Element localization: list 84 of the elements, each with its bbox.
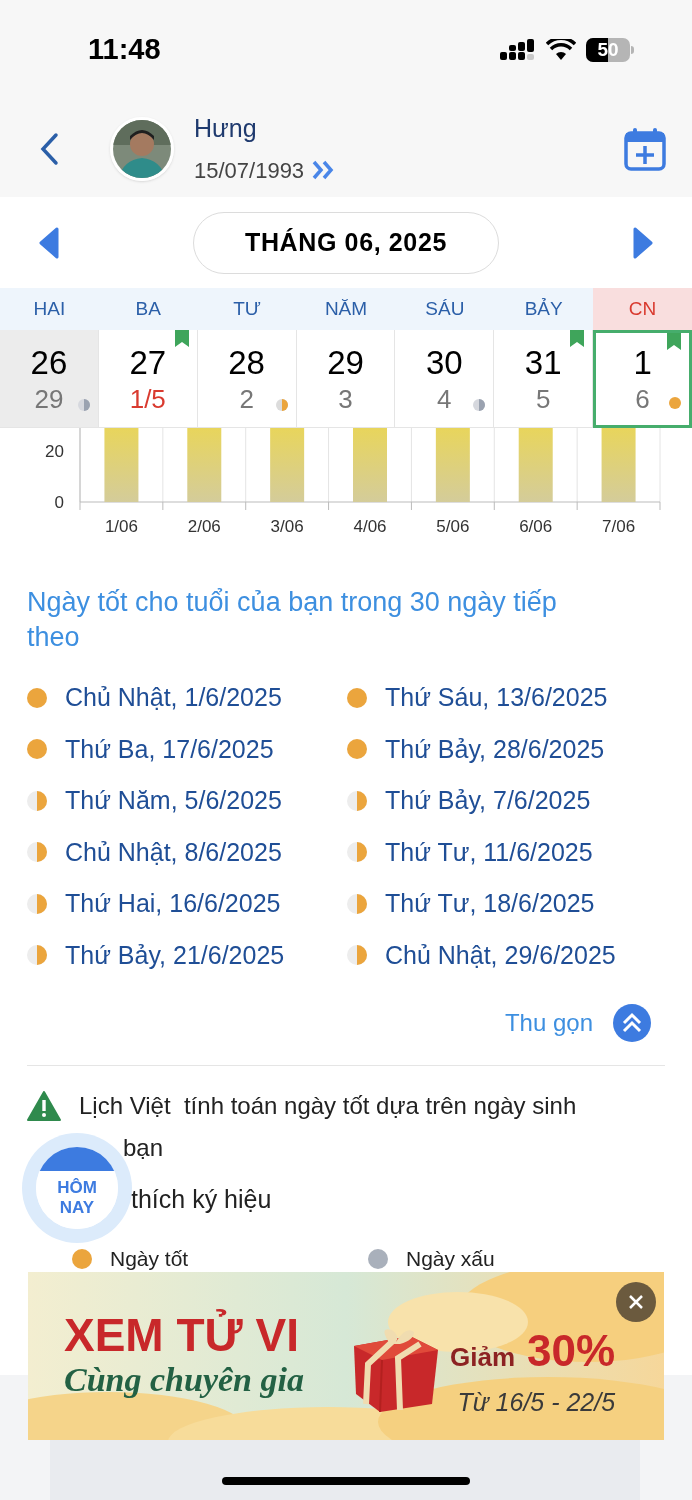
promo-banner[interactable]: XEM TỬ VI Cùng chuyên gia Giảm 30% Từ 16/5 - 22/5 <box>28 1272 664 1440</box>
banner-subtitle: Cùng chuyên gia <box>64 1360 304 1400</box>
previous-month-icon[interactable] <box>38 226 60 259</box>
avatar <box>110 116 174 181</box>
x-tick-label: 3/06 <box>270 517 304 536</box>
bookmark-icon <box>570 330 585 347</box>
good-day-link[interactable]: Thứ Bảy, 28/6/2025 <box>385 730 605 768</box>
today-label: HÔM <box>57 1178 97 1198</box>
y-tick-label: 20 <box>45 441 64 461</box>
x-tick-label: 2/06 <box>187 517 221 536</box>
next-month-icon[interactable] <box>632 226 654 259</box>
add-calendar-icon[interactable] <box>624 126 666 171</box>
back-icon[interactable] <box>38 131 60 166</box>
warning-icon <box>27 1091 61 1121</box>
section-title: Ngày tốt cho tuổi của bạn trong 30 ngày tiếp theo <box>27 586 558 654</box>
y-tick-label: 0 <box>54 493 64 512</box>
discount-label: Giảm <box>450 1341 516 1374</box>
legend-title: thích ký hiệu <box>131 1184 272 1215</box>
good-day-link[interactable]: Thứ Ba, 17/6/2025 <box>65 730 274 768</box>
good-day-link[interactable]: Thứ Bảy, 21/6/2025 <box>65 936 285 974</box>
status-time: 11:48 <box>88 32 161 68</box>
weekday-label: TƯ <box>232 296 263 321</box>
day-cell[interactable]: 28 2 <box>197 330 297 428</box>
day-quality-dot-icon <box>669 397 681 409</box>
bookmark-icon <box>174 330 189 347</box>
x-tick-label: 5/06 <box>436 517 470 536</box>
weekday-label: CN <box>593 288 692 330</box>
double-chevron-icon[interactable] <box>312 160 335 181</box>
close-icon <box>628 1294 644 1310</box>
good-day-link[interactable]: Thứ Năm, 5/6/2025 <box>65 782 282 820</box>
banner-title: XEM TỬ VI <box>64 1310 300 1360</box>
good-day-link[interactable]: Chủ Nhật, 8/6/2025 <box>65 833 282 871</box>
day-cell[interactable]: 31 5 <box>494 330 594 428</box>
x-tick-label: 6/06 <box>519 517 553 536</box>
good-day-link[interactable]: Chủ Nhật, 29/6/2025 <box>385 936 616 974</box>
good-day-link[interactable]: Chủ Nhật, 1/6/2025 <box>65 679 282 717</box>
day-cell[interactable]: 26 29 <box>0 330 99 428</box>
weekday-label: SÁU <box>424 296 466 321</box>
x-tick-label: 4/06 <box>353 517 387 536</box>
good-day-link[interactable]: Thứ Sáu, 13/6/2025 <box>385 679 608 717</box>
day-cell[interactable]: 30 4 <box>395 330 495 428</box>
profile-name: Hưng <box>194 113 258 145</box>
day-cell[interactable]: 29 3 <box>296 330 396 428</box>
solar-date: 27 <box>129 342 167 383</box>
good-day-link[interactable]: Thứ Hai, 16/6/2025 <box>65 885 281 923</box>
bookmark-icon <box>667 333 681 350</box>
lunar-date: 5 <box>535 382 551 415</box>
today-label: NAY <box>59 1198 95 1218</box>
collapse-icon[interactable] <box>613 1004 651 1042</box>
lunar-date: 3 <box>338 382 353 415</box>
solar-date: 29 <box>327 342 364 383</box>
weekday-label: BA <box>134 296 162 321</box>
good-day-link[interactable]: Thứ Bảy, 7/6/2025 <box>385 782 591 820</box>
lunar-date: 1/5 <box>129 382 166 415</box>
wifi-icon <box>546 39 576 61</box>
day-quality-dot-icon <box>473 399 486 411</box>
legend-label: Ngày tốt <box>110 1246 189 1272</box>
day-quality-dot-icon <box>275 399 288 411</box>
lunar-date: 6 <box>635 383 650 415</box>
solar-date: 30 <box>426 342 463 383</box>
lunar-date: 29 <box>34 382 64 415</box>
day-cell[interactable]: 27 1/5 <box>98 330 198 428</box>
note-text: bạn <box>123 1133 164 1163</box>
day-quality-dot-icon <box>77 399 90 411</box>
good-day-link[interactable]: Thứ Tư, 11/6/2025 <box>385 833 593 871</box>
discount-value: 30% <box>527 1325 616 1377</box>
solar-date: 1 <box>633 343 652 383</box>
legend-label: Ngày xấu <box>406 1246 495 1272</box>
lunar-date: 2 <box>239 382 254 415</box>
banner-dates: Từ 16/5 - 22/5 <box>457 1387 616 1418</box>
note-text: Lịch Việt tính toán ngày tốt dựa trên ngày sinh <box>79 1091 577 1121</box>
birth-date: 15/07/1993 <box>194 156 305 185</box>
day-cell[interactable]: 1 6 <box>593 330 692 428</box>
solar-date: 31 <box>524 342 562 383</box>
signal-icon <box>500 39 536 61</box>
good-day-link[interactable]: Thứ Tư, 18/6/2025 <box>385 885 595 923</box>
lunar-date: 4 <box>437 382 452 415</box>
solar-date: 26 <box>30 342 68 383</box>
solar-date: 28 <box>228 342 265 383</box>
x-tick-label: 1/06 <box>104 517 138 536</box>
weekday-label: BẢY <box>523 296 564 321</box>
x-tick-label: 7/06 <box>602 517 636 536</box>
weekday-label: HAI <box>32 296 67 321</box>
weekday-label: NĂM <box>323 296 369 321</box>
